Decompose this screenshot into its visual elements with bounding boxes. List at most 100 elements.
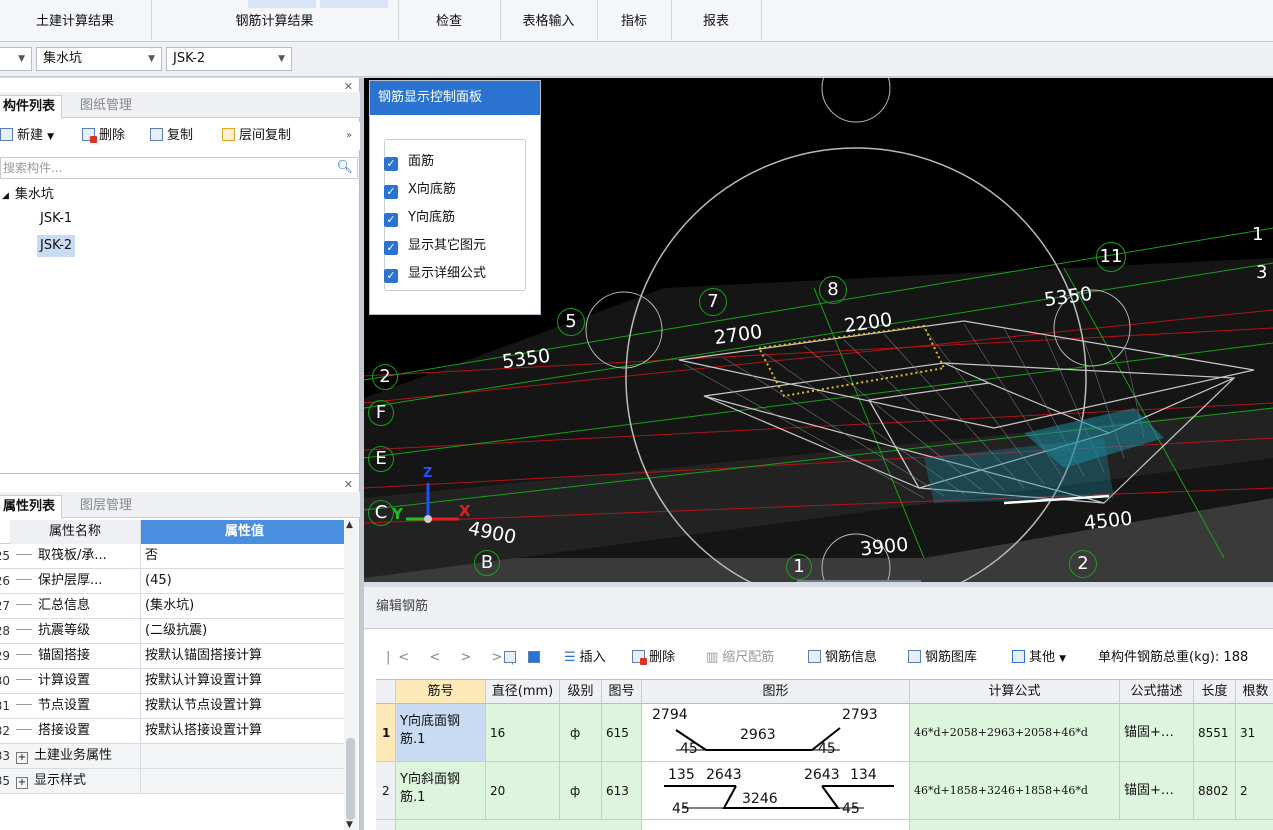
property-name: 计算设置 <box>10 669 141 694</box>
count-cell[interactable]: 2 <box>1236 762 1273 820</box>
property-value[interactable]: (集水坑) <box>141 594 344 619</box>
figure-number-cell[interactable]: 615 <box>602 704 642 762</box>
column-header[interactable]: 直径(mm) <box>486 680 560 704</box>
copy-button[interactable]: 复制 <box>150 126 193 146</box>
property-row[interactable]: 27汇总信息(集水坑) <box>0 594 344 619</box>
property-value[interactable]: 按默认节点设置计算 <box>141 694 344 719</box>
viewport-scroll-indicator[interactable] <box>797 580 921 582</box>
diameter-cell[interactable]: 16 <box>486 704 560 762</box>
tab-reports[interactable]: 报表 <box>672 9 760 35</box>
property-row[interactable]: 29锚固搭接按默认锚固搭接计算 <box>0 644 344 669</box>
property-value[interactable]: 按默认计算设置计算 <box>141 669 344 694</box>
property-row[interactable]: 25取筏板/承...否 <box>0 544 344 569</box>
formula-cell[interactable]: 46*d+2058+2963+2058+46*d <box>910 704 1120 762</box>
length-cell[interactable]: 8802 <box>1194 762 1236 820</box>
category-select[interactable]: 集水坑 ▼ <box>36 47 162 71</box>
tab-indicators[interactable]: 指标 <box>598 9 670 35</box>
rebar-library-button[interactable]: 钢筋图库 <box>908 647 977 669</box>
checkbox-show-detailed-formula[interactable]: ✓ 显示详细公式 <box>384 263 486 285</box>
checkbox-x-bottom-rebar[interactable]: ✓ X向底筋 <box>384 179 456 201</box>
scaled-rebar-button[interactable]: ▥ 缩尺配筋 <box>706 647 774 669</box>
component-search-input[interactable]: 搜索构件... 🔍︎ <box>0 157 358 179</box>
rebar-name-cell[interactable]: Y向斜面钢筋.1 <box>396 762 486 820</box>
floor-copy-icon <box>222 128 235 141</box>
property-row[interactable]: 31节点设置按默认节点设置计算 <box>0 694 344 719</box>
tab-property-list[interactable]: 属性列表 <box>0 495 63 518</box>
collapse-icon[interactable]: ◢ <box>2 191 9 201</box>
checkbox-show-other-elements[interactable]: ✓ 显示其它图元 <box>384 235 486 257</box>
search-icon[interactable]: 🔍︎ <box>336 158 353 178</box>
tab-civil-results[interactable]: 土建计算结果 <box>0 9 150 35</box>
pager-controls[interactable]: |< < > >| <box>386 647 523 669</box>
property-value[interactable] <box>141 769 344 794</box>
grade-cell[interactable]: ф <box>560 704 602 762</box>
figure-number-cell[interactable]: 613 <box>602 762 642 820</box>
grade-cell[interactable]: ф <box>560 762 602 820</box>
rebar-info-button[interactable]: 钢筋信息 <box>808 647 877 669</box>
property-row[interactable]: 32搭接设置按默认搭接设置计算 <box>0 719 344 744</box>
tab-accent <box>248 0 316 8</box>
checkbox-y-bottom-rebar[interactable]: ✓ Y向底筋 <box>384 207 455 229</box>
property-row[interactable]: 26保护层厚...(45) <box>0 569 344 594</box>
length-cell[interactable]: 8551 <box>1194 704 1236 762</box>
count-cell[interactable]: 31 <box>1236 704 1273 762</box>
diameter-cell[interactable]: 20 <box>486 762 560 820</box>
formula-desc-cell[interactable]: 锚固+… <box>1120 704 1194 762</box>
tab-check[interactable]: 检查 <box>399 9 499 35</box>
other-button[interactable]: 其他 ▼ <box>1012 647 1066 669</box>
column-header[interactable]: 计算公式 <box>910 680 1120 704</box>
shape-dim: 3246 <box>742 791 778 807</box>
property-value[interactable]: (45) <box>141 569 344 594</box>
column-header[interactable]: 长度 <box>1194 680 1236 704</box>
column-header[interactable]: 根数 <box>1236 680 1273 704</box>
move-up-icon[interactable] <box>504 647 520 669</box>
property-value[interactable]: 按默认锚固搭接计算 <box>141 644 344 669</box>
check-icon[interactable]: ✓ <box>384 241 398 255</box>
property-row[interactable]: 28抗震等级(二级抗震) <box>0 619 344 644</box>
check-icon[interactable]: ✓ <box>384 269 398 283</box>
scrollbar[interactable]: ▲ ▼ <box>344 520 358 830</box>
column-header[interactable]: 筋号 <box>396 680 486 704</box>
insert-button[interactable]: ☰ 插入 <box>564 647 606 669</box>
tree-item-selected[interactable]: JSK-2 <box>37 235 76 257</box>
chevron-down-icon: ▼ <box>278 54 285 64</box>
tab-drawing-management[interactable]: 图纸管理 <box>74 95 138 118</box>
column-header[interactable]: 图形 <box>642 680 910 704</box>
tree-root[interactable]: ◢ 集水坑 <box>2 184 54 206</box>
rebar-name-cell[interactable]: Y向底面钢筋.1 <box>396 704 486 762</box>
component-select[interactable]: JSK-2 ▼ <box>166 47 292 71</box>
floor-copy-button[interactable]: 层间复制 <box>222 126 291 146</box>
property-row[interactable]: 35+显示样式 <box>0 769 344 794</box>
tree-line <box>16 604 32 605</box>
new-button[interactable]: 新建 ▼ <box>0 126 54 146</box>
formula-desc-cell[interactable]: 锚固+… <box>1120 762 1194 820</box>
property-value[interactable]: 按默认搭接设置计算 <box>141 719 344 744</box>
expand-icon[interactable]: + <box>16 752 28 764</box>
check-icon[interactable]: ✓ <box>384 185 398 199</box>
tree-item[interactable]: JSK-1 <box>40 208 72 230</box>
delete-button[interactable]: 删除 <box>82 126 125 146</box>
column-header[interactable]: 图号 <box>602 680 642 704</box>
column-header[interactable]: 级别 <box>560 680 602 704</box>
delete-row-button[interactable]: 删除 <box>632 647 675 669</box>
property-value[interactable] <box>141 744 344 769</box>
expand-icon[interactable]: + <box>16 777 28 789</box>
move-down-icon[interactable] <box>528 647 544 669</box>
check-icon[interactable]: ✓ <box>384 213 398 227</box>
tab-table-input[interactable]: 表格输入 <box>501 9 596 35</box>
column-header[interactable]: 公式描述 <box>1120 680 1194 704</box>
tab-rebar-results[interactable]: 钢筋计算结果 <box>152 9 397 35</box>
property-row[interactable]: 30计算设置按默认计算设置计算 <box>0 669 344 694</box>
checkbox-surface-rebar[interactable]: ✓ 面筋 <box>384 151 434 173</box>
close-icon[interactable]: ✕ <box>344 80 353 93</box>
close-icon[interactable]: ✕ <box>344 478 353 491</box>
floor-select[interactable]: ▼ <box>0 47 32 71</box>
property-value[interactable]: 否 <box>141 544 344 569</box>
property-row[interactable]: 33+土建业务属性 <box>0 744 344 769</box>
tab-layer-management[interactable]: 图层管理 <box>74 495 138 518</box>
property-value[interactable]: (二级抗震) <box>141 619 344 644</box>
check-icon[interactable]: ✓ <box>384 157 398 171</box>
formula-cell[interactable]: 46*d+1858+3246+1858+46*d <box>910 762 1120 820</box>
tab-component-list[interactable]: 构件列表 <box>0 95 63 118</box>
more-icon[interactable]: » <box>346 126 352 146</box>
